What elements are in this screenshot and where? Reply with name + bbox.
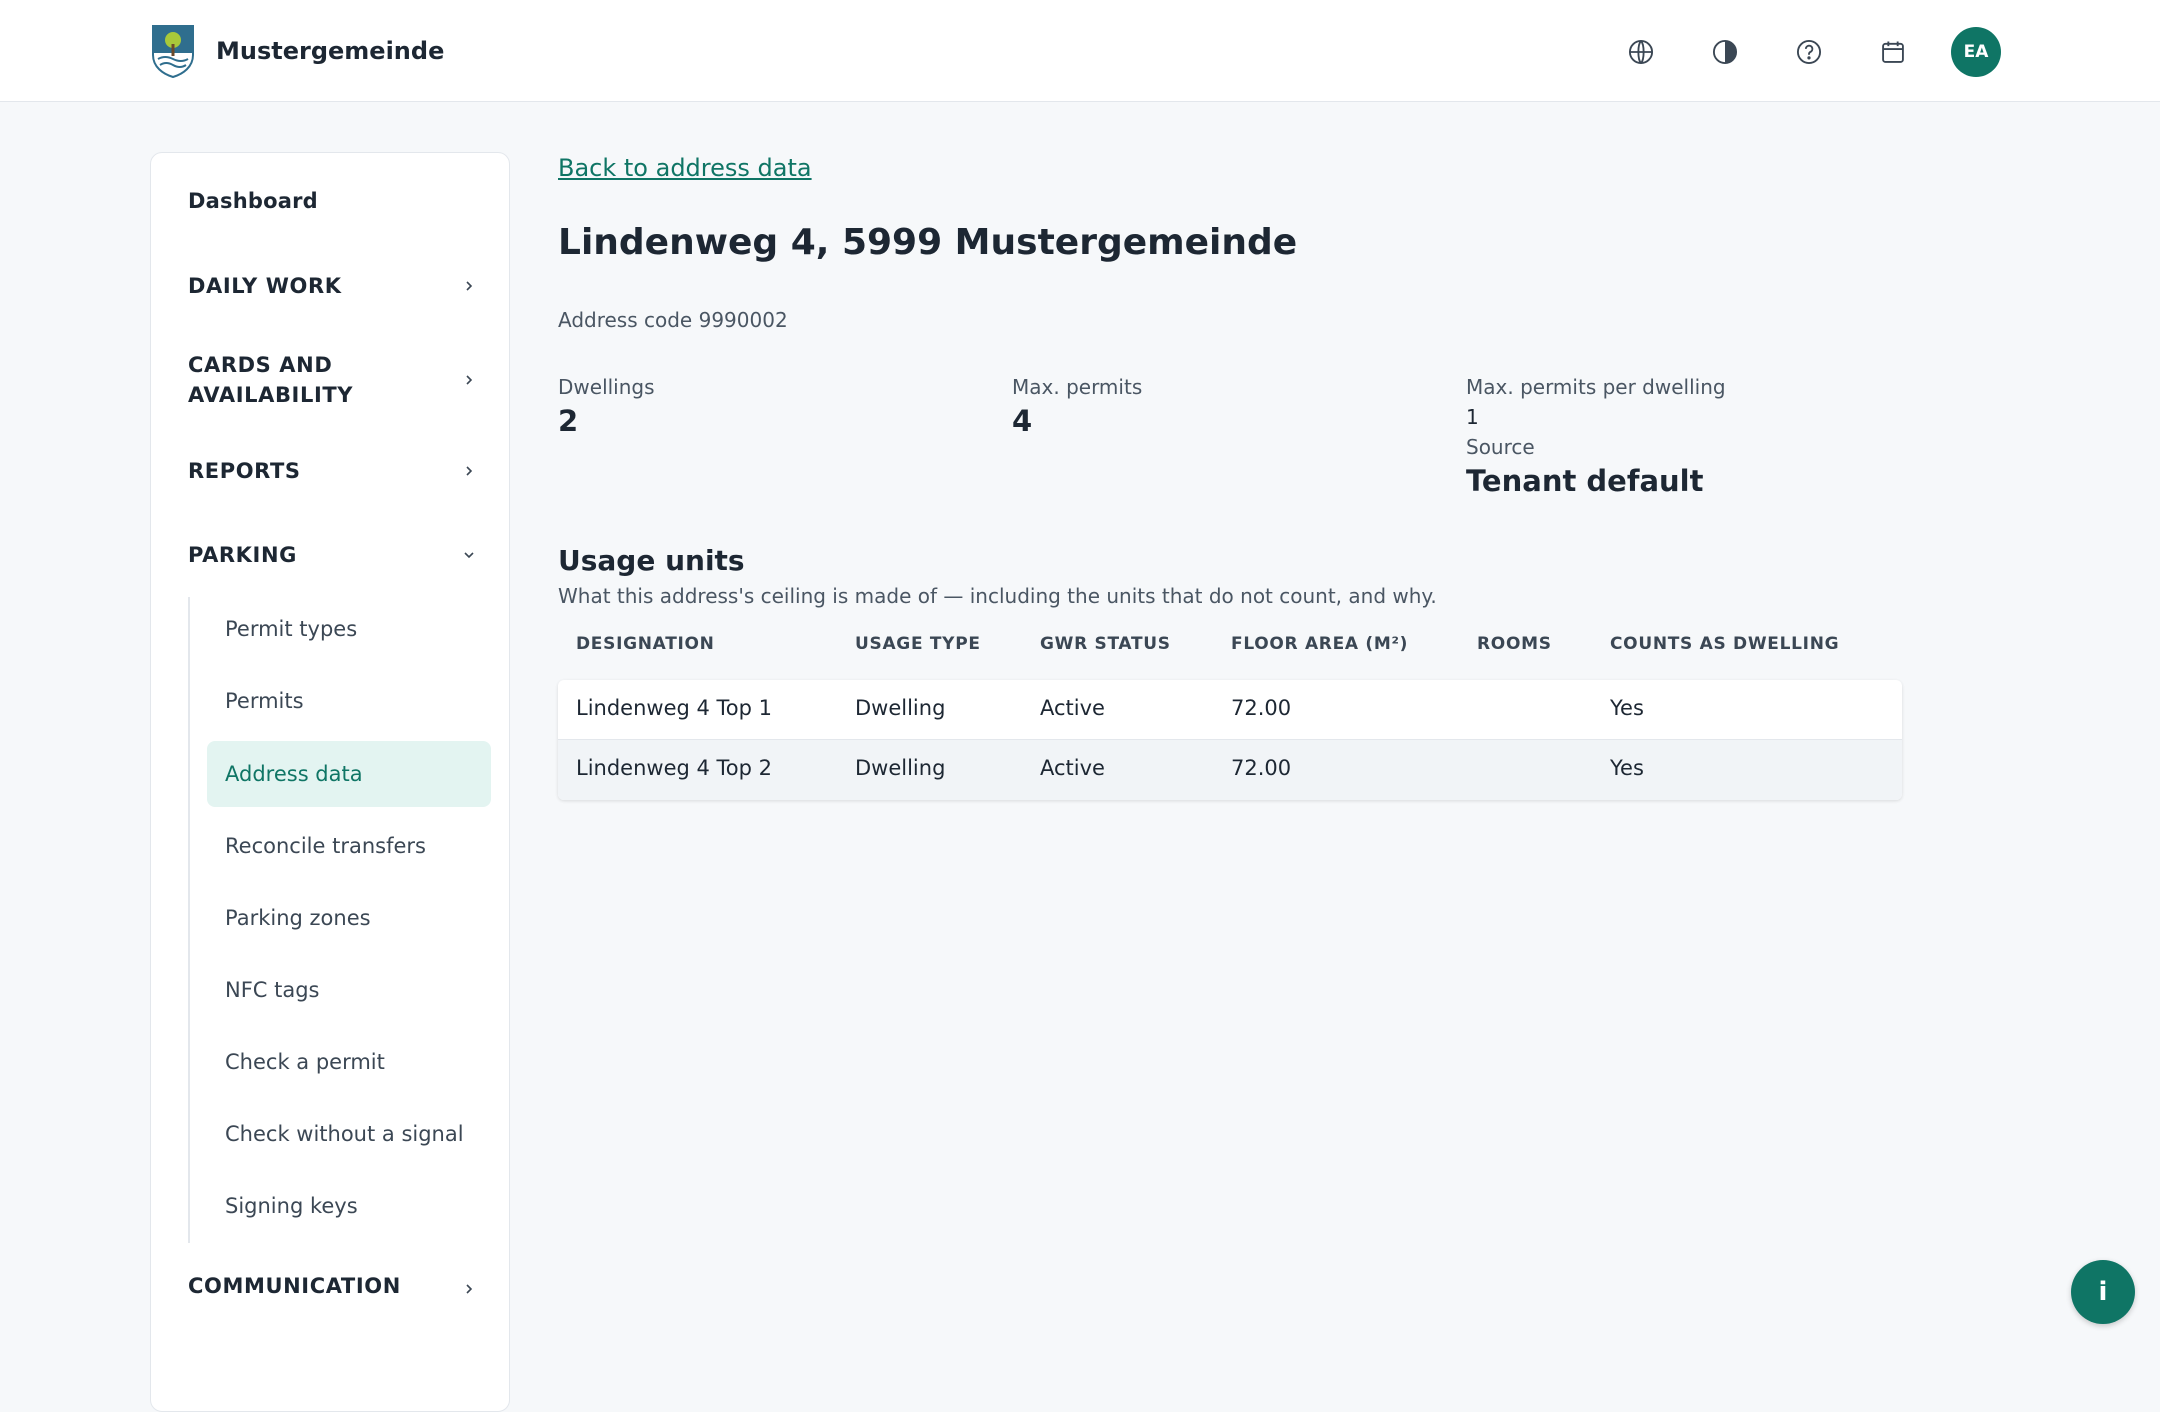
sidebar-item-reconcile-transfers[interactable]: Reconcile transfers <box>207 813 491 879</box>
sidebar-section-label: PARKING <box>188 543 297 567</box>
cell-floor-area: 72.00 <box>1231 696 1292 720</box>
sidebar-item-check-a-permit[interactable]: Check a permit <box>207 1029 491 1095</box>
cell-usage-type: Dwelling <box>855 756 946 780</box>
contrast-icon[interactable] <box>1699 26 1751 78</box>
stat-value: 4 <box>1012 404 1033 438</box>
info-button[interactable]: i <box>2071 1260 2135 1324</box>
chevron-right-icon <box>462 365 478 395</box>
chevron-right-icon <box>462 271 478 301</box>
column-header-designation[interactable]: DESIGNATION <box>576 634 715 654</box>
sidebar-section-label: CARDS AND AVAILABILITY <box>188 353 354 407</box>
globe-icon[interactable] <box>1615 26 1667 78</box>
sidebar-item-permits[interactable]: Permits <box>207 668 491 734</box>
sidebar-section-communication[interactable]: COMMUNICATION <box>188 1271 478 1301</box>
app-name: Mustergemeinde <box>216 37 445 65</box>
sidebar-section-cards-and-availability[interactable]: CARDS AND AVAILABILITY <box>188 350 478 410</box>
sidebar-item-address-data[interactable]: Address data <box>207 741 491 807</box>
table-row[interactable]: Lindenweg 4 Top 1 Dwelling Active 72.00 … <box>558 680 1902 740</box>
user-avatar[interactable]: EA <box>1951 27 2001 77</box>
brand[interactable]: Mustergemeinde <box>150 23 444 79</box>
sidebar-section-label: REPORTS <box>188 459 301 483</box>
calendar-icon[interactable] <box>1867 26 1919 78</box>
usage-units-title: Usage units <box>558 544 745 577</box>
sidebar-item-permit-types[interactable]: Permit types <box>207 596 491 662</box>
stat-max-permits: Max. permits 4 <box>1012 373 1142 441</box>
column-header-rooms[interactable]: ROOMS <box>1477 634 1552 654</box>
cell-designation: Lindenweg 4 Top 2 <box>576 756 773 780</box>
stat-value: 2 <box>558 404 579 438</box>
cell-gwr-status: Active <box>1040 756 1105 780</box>
stat-label: Max. permits per dwelling <box>1466 375 1726 399</box>
sidebar-item-dashboard[interactable]: Dashboard <box>188 189 318 213</box>
column-header-floor-area[interactable]: FLOOR AREA (M²) <box>1231 634 1408 654</box>
subnav-rail <box>188 597 190 1243</box>
column-header-usage-type[interactable]: USAGE TYPE <box>855 634 981 654</box>
cell-designation: Lindenweg 4 Top 1 <box>576 696 773 720</box>
column-header-counts-as-dwelling[interactable]: COUNTS AS DWELLING <box>1610 634 1839 654</box>
source-label: Source <box>1466 435 1535 459</box>
table-header-row: DESIGNATION USAGE TYPE GWR STATUS FLOOR … <box>558 622 1902 670</box>
stat-label: Dwellings <box>558 375 655 399</box>
sidebar-item-signing-keys[interactable]: Signing keys <box>207 1173 491 1239</box>
sidebar-section-label: COMMUNICATION <box>188 1274 401 1298</box>
stat-label: Max. permits <box>1012 375 1143 399</box>
column-header-gwr-status[interactable]: GWR STATUS <box>1040 634 1171 654</box>
sidebar-section-daily-work[interactable]: DAILY WORK <box>188 271 478 301</box>
sidebar-item-check-without-signal[interactable]: Check without a signal <box>207 1101 491 1167</box>
sidebar: Dashboard DAILY WORK CARDS AND AVAILABIL… <box>150 152 510 1412</box>
stat-dwellings: Dwellings 2 <box>558 373 655 441</box>
cell-counts-as-dwelling: Yes <box>1610 696 1644 720</box>
cell-counts-as-dwelling: Yes <box>1610 756 1644 780</box>
stat-value: 1 <box>1466 405 1479 429</box>
header-actions: EA <box>1583 26 2001 78</box>
stat-max-permits-per-dwelling: Max. permits per dwelling 1 Source Tenan… <box>1466 373 1726 501</box>
help-icon[interactable] <box>1783 26 1835 78</box>
cell-usage-type: Dwelling <box>855 696 946 720</box>
sidebar-section-label: DAILY WORK <box>188 274 342 298</box>
table-row[interactable]: Lindenweg 4 Top 2 Dwelling Active 72.00 … <box>558 740 1902 800</box>
chevron-down-icon <box>462 540 478 570</box>
top-bar: Mustergemeinde EA <box>0 0 2160 102</box>
chevron-right-icon <box>462 456 478 486</box>
cell-gwr-status: Active <box>1040 696 1105 720</box>
page-title: Lindenweg 4, 5999 Mustergemeinde <box>558 222 1298 263</box>
back-to-address-data-link[interactable]: Back to address data <box>558 154 812 182</box>
chevron-right-icon <box>462 1274 478 1304</box>
table-body: Lindenweg 4 Top 1 Dwelling Active 72.00 … <box>558 680 1902 800</box>
address-code: Address code 9990002 <box>558 308 788 332</box>
sidebar-item-parking-zones[interactable]: Parking zones <box>207 885 491 951</box>
sidebar-section-parking[interactable]: PARKING <box>188 540 478 570</box>
sidebar-item-nfc-tags[interactable]: NFC tags <box>207 957 491 1023</box>
usage-units-table: DESIGNATION USAGE TYPE GWR STATUS FLOOR … <box>558 622 1902 800</box>
sidebar-section-reports[interactable]: REPORTS <box>188 456 478 486</box>
info-icon: i <box>2098 1277 2108 1307</box>
source-value: Tenant default <box>1466 464 1704 498</box>
municipal-crest-logo-icon <box>152 25 194 79</box>
cell-floor-area: 72.00 <box>1231 756 1292 780</box>
usage-units-description: What this address's ceiling is made of —… <box>558 584 1437 608</box>
